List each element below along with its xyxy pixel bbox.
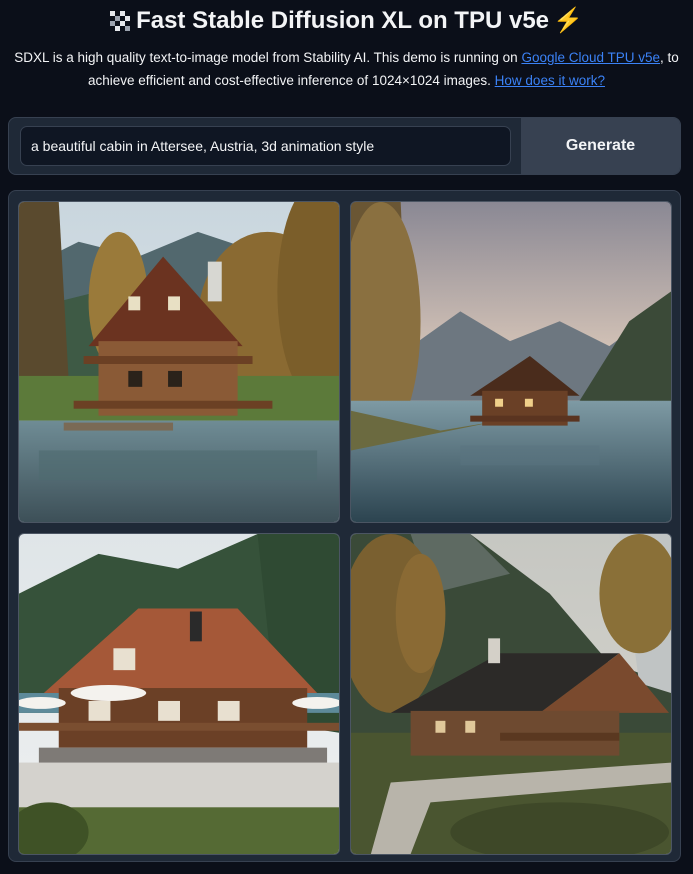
cabin-image-4[interactable] — [350, 533, 672, 855]
prompt-row: a beautiful cabin in Attersee, Austria, … — [8, 117, 681, 175]
description: SDXL is a high quality text-to-image mod… — [10, 46, 683, 92]
pixel-logo-icon — [110, 10, 131, 38]
image-gallery — [8, 190, 681, 862]
generate-button[interactable]: Generate — [521, 118, 680, 174]
how-it-works-link[interactable]: How does it work? — [495, 73, 605, 88]
page-title: Fast Stable Diffusion XL on TPU v5e ⚡ — [0, 6, 693, 38]
tpu-link[interactable]: Google Cloud TPU v5e — [521, 50, 660, 65]
lightning-bolt-icon: ⚡ — [553, 7, 583, 34]
cabin-image-1[interactable] — [18, 201, 340, 523]
cabin-image-3[interactable] — [18, 533, 340, 855]
description-text-1: SDXL is a high quality text-to-image mod… — [14, 50, 522, 65]
title-text: Fast Stable Diffusion XL on TPU v5e — [136, 7, 550, 34]
prompt-input[interactable]: a beautiful cabin in Attersee, Austria, … — [20, 126, 511, 166]
cabin-image-2[interactable] — [350, 201, 672, 523]
